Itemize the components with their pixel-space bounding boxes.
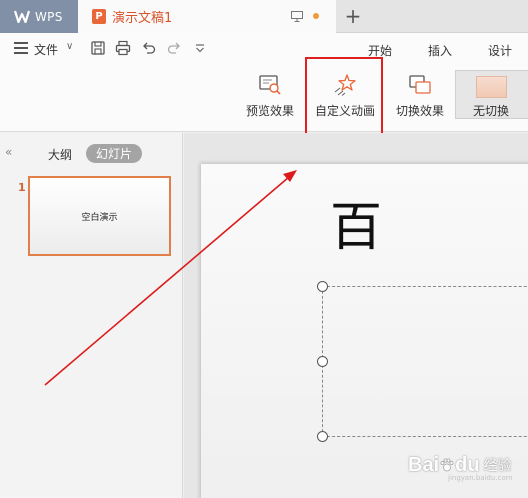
wps-logo-icon bbox=[14, 10, 30, 23]
slide-thumbnail[interactable]: 空白演示 bbox=[28, 176, 171, 256]
new-tab-button[interactable]: + bbox=[343, 6, 363, 26]
tab-outline[interactable]: 大纲 bbox=[48, 146, 72, 163]
baidu-watermark: Bai du 经验 jingyan.baidu.com bbox=[408, 450, 523, 483]
wps-home-tab[interactable]: WPS bbox=[0, 0, 78, 33]
no-transition-label: 无切换 bbox=[473, 104, 510, 118]
slide-thumbnail-title: 空白演示 bbox=[81, 212, 118, 223]
resize-handle-top-left[interactable] bbox=[317, 281, 328, 292]
file-menu[interactable]: 文件 bbox=[34, 41, 58, 58]
unsaved-indicator-dot bbox=[313, 13, 319, 19]
slide-title-text: 百 bbox=[330, 198, 383, 258]
paw-icon bbox=[440, 458, 454, 472]
undo-icon[interactable] bbox=[141, 40, 157, 56]
preview-effect-button[interactable]: 预览效果 bbox=[244, 63, 296, 132]
ribbon-toolbar: 预览效果 自定义动画 切换效果 bbox=[0, 63, 528, 132]
menu-bar: 文件 ∨ 开始 插入 设计 bbox=[0, 33, 528, 63]
chevron-down-icon[interactable]: ∨ bbox=[66, 41, 73, 52]
tab-design[interactable]: 设计 bbox=[488, 42, 512, 59]
tab-insert[interactable]: 插入 bbox=[428, 42, 452, 59]
watermark-brand-latin: Bai bbox=[408, 453, 440, 476]
no-transition-option[interactable]: 无切换 bbox=[455, 70, 528, 119]
preview-effect-icon bbox=[257, 73, 283, 97]
monitor-icon[interactable] bbox=[291, 11, 303, 25]
custom-animation-highlight-box bbox=[305, 57, 383, 139]
watermark-brand-cn: 经验 bbox=[483, 458, 512, 474]
title-bar: WPS P 演示文稿1 + bbox=[0, 0, 528, 33]
collapse-panel-icon[interactable]: « bbox=[5, 145, 12, 159]
slides-panel: « 大纲 幻灯片 1 空白演示 bbox=[0, 133, 183, 498]
print-icon[interactable] bbox=[115, 40, 131, 56]
title-placeholder[interactable] bbox=[322, 286, 528, 437]
save-icon[interactable] bbox=[90, 40, 106, 56]
redo-icon[interactable] bbox=[166, 40, 182, 56]
tab-slides[interactable]: 幻灯片 bbox=[86, 144, 142, 163]
slide-editing-area bbox=[184, 133, 528, 498]
document-tab-title: 演示文稿1 bbox=[112, 11, 173, 26]
quick-access-dropdown-icon[interactable] bbox=[192, 40, 208, 56]
transition-effect-icon bbox=[407, 73, 433, 97]
presentation-file-icon: P bbox=[92, 9, 106, 24]
wps-tab-label: WPS bbox=[35, 9, 63, 24]
resize-handle-bottom-left[interactable] bbox=[317, 431, 328, 442]
preview-effect-label: 预览效果 bbox=[245, 104, 294, 118]
no-transition-thumbnail bbox=[476, 76, 507, 98]
transition-effect-label: 切换效果 bbox=[395, 104, 444, 118]
transition-effect-button[interactable]: 切换效果 bbox=[394, 63, 446, 132]
slide-number: 1 bbox=[18, 181, 26, 194]
hamburger-menu-icon[interactable] bbox=[14, 42, 28, 54]
watermark-url: jingyan.baidu.com bbox=[448, 474, 513, 482]
resize-handle-middle-left[interactable] bbox=[317, 356, 328, 367]
